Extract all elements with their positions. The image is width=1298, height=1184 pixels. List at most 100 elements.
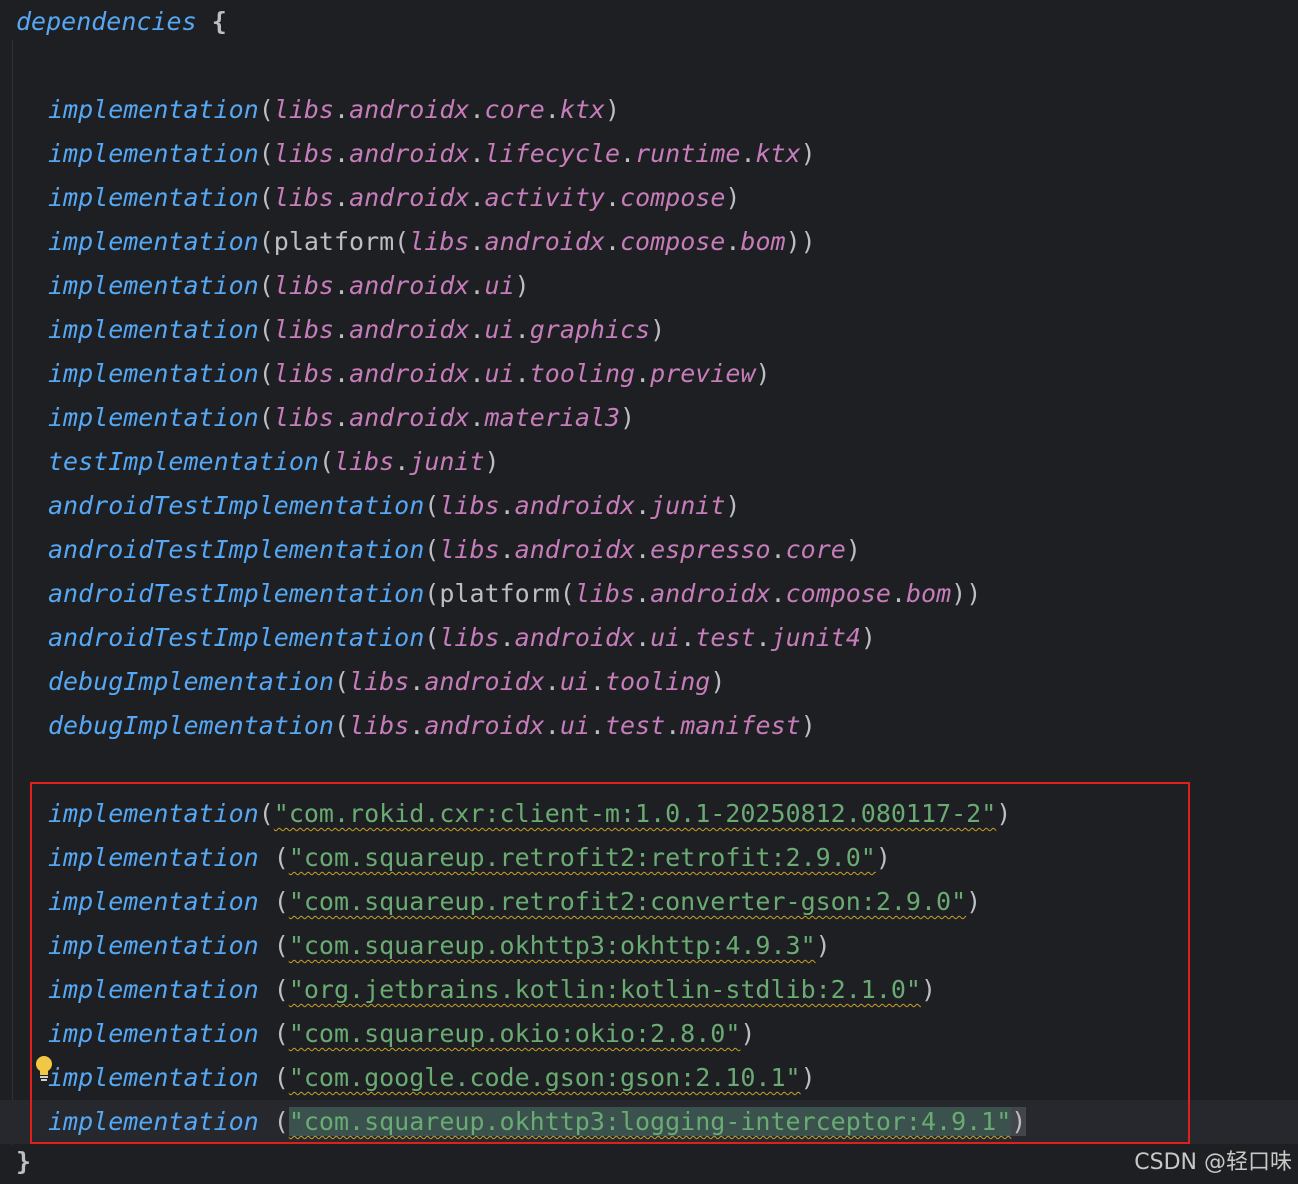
code-line[interactable]: implementation(libs.androidx.lifecycle.r… — [48, 132, 1298, 176]
property-segment: libs — [273, 139, 334, 168]
dot: . — [544, 667, 560, 696]
property-segment: ui — [559, 711, 590, 740]
close-paren: ) — [650, 315, 666, 344]
dot: . — [334, 95, 350, 124]
property-segment: libs — [273, 183, 334, 212]
dot: . — [770, 579, 786, 608]
property-segment: bom — [740, 227, 786, 256]
close-paren: )) — [785, 227, 816, 256]
dot: . — [469, 139, 485, 168]
property-segment: androidx — [349, 315, 470, 344]
code-line[interactable]: implementation(platform(libs.androidx.co… — [48, 220, 1298, 264]
code-line[interactable]: androidTestImplementation(libs.androidx.… — [48, 484, 1298, 528]
property-segment: androidx — [650, 579, 771, 608]
property-segment: libs — [273, 95, 334, 124]
property-segment: libs — [439, 535, 500, 564]
open-paren: ( — [333, 711, 350, 740]
open-paren: ( — [258, 183, 274, 212]
code-line-closing[interactable]: } — [16, 1140, 1298, 1184]
open-brace: { — [211, 7, 227, 36]
property-segment: preview — [650, 359, 756, 388]
property-segment: material3 — [484, 403, 621, 432]
dot: . — [725, 227, 741, 256]
property-segment: libs — [574, 579, 636, 608]
dot: . — [770, 535, 786, 564]
code-line[interactable]: implementation(libs.androidx.core.ktx) — [48, 88, 1298, 132]
code-line[interactable]: implementation(libs.androidx.material3) — [48, 396, 1298, 440]
code-line[interactable]: implementation(libs.androidx.ui.tooling.… — [48, 352, 1298, 396]
property-segment: androidx — [514, 623, 636, 652]
open-paren: ( — [258, 359, 274, 388]
code-line[interactable]: implementation(libs.androidx.activity.co… — [48, 176, 1298, 220]
property-segment: compose — [620, 183, 726, 212]
property-segment: androidx — [349, 403, 470, 432]
property-segment: tooling — [604, 667, 711, 696]
function-name: implementation — [48, 359, 259, 388]
property-segment: libs — [273, 271, 334, 300]
function-name: androidTestImplementation — [48, 535, 425, 564]
dot: . — [635, 359, 651, 388]
close-paren: ) — [484, 447, 500, 476]
open-paren: ( — [258, 403, 274, 432]
dot: . — [514, 315, 530, 344]
close-paren: ) — [800, 139, 816, 168]
dependencies-keyword: dependencies — [16, 7, 197, 36]
dot: . — [334, 271, 350, 300]
close-paren: ) — [514, 271, 530, 300]
dot: . — [469, 227, 485, 256]
dot: . — [620, 139, 636, 168]
dot: . — [409, 711, 425, 740]
property-segment: androidx — [349, 183, 470, 212]
code-editor[interactable]: dependencies { implementation(libs.andro… — [0, 0, 1298, 1184]
property-segment: ui — [484, 359, 515, 388]
property-segment: graphics — [529, 315, 651, 344]
close-paren: )) — [951, 579, 982, 608]
property-segment: libs — [409, 227, 470, 256]
close-paren: ) — [860, 623, 876, 652]
property-segment: androidx — [424, 711, 545, 740]
property-segment: libs — [334, 447, 395, 476]
function-name: implementation — [48, 403, 259, 432]
property-segment: bom — [906, 579, 952, 608]
code-line-dependencies[interactable]: dependencies { — [16, 0, 1298, 44]
function-name: implementation — [48, 183, 259, 212]
property-segment: libs — [273, 359, 334, 388]
function-name: debugImplementation — [48, 711, 334, 740]
function-name: debugImplementation — [48, 667, 334, 696]
function-name: implementation — [48, 139, 259, 168]
code-line[interactable]: testImplementation(libs.junit) — [48, 440, 1298, 484]
close-paren: ) — [620, 403, 636, 432]
dot: . — [544, 95, 560, 124]
property-segment: libs — [349, 667, 410, 696]
code-line[interactable]: androidTestImplementation(libs.androidx.… — [48, 528, 1298, 572]
code-line[interactable]: androidTestImplementation(platform(libs.… — [48, 572, 1298, 616]
property-segment: ui — [484, 315, 515, 344]
property-segment: androidx — [514, 491, 636, 520]
dot: . — [589, 667, 605, 696]
dot: . — [334, 139, 350, 168]
dot: . — [740, 139, 756, 168]
dot: . — [334, 403, 350, 432]
property-segment: ui — [484, 271, 515, 300]
code-line[interactable]: implementation(libs.androidx.ui) — [48, 264, 1298, 308]
property-segment: ui — [559, 667, 590, 696]
highlight-box — [30, 782, 1190, 1144]
property-segment: core — [484, 95, 545, 124]
property-segment: ui — [650, 623, 681, 652]
property-segment: ktx — [755, 139, 801, 168]
lightbulb-icon[interactable] — [34, 1055, 54, 1083]
dot: . — [469, 183, 485, 212]
code-line[interactable]: androidTestImplementation(libs.androidx.… — [48, 616, 1298, 660]
code-line[interactable]: implementation(libs.androidx.ui.graphics… — [48, 308, 1298, 352]
code-line[interactable]: debugImplementation(libs.androidx.ui.too… — [48, 660, 1298, 704]
dot: . — [589, 711, 605, 740]
function-name: testImplementation — [48, 447, 319, 476]
close-paren: ) — [710, 667, 726, 696]
watermark: CSDN @轻口味 — [1134, 1150, 1292, 1175]
code-line[interactable]: debugImplementation(libs.androidx.ui.tes… — [48, 704, 1298, 748]
close-brace: } — [16, 1147, 32, 1176]
function-name: implementation — [48, 315, 259, 344]
open-paren: ( — [318, 447, 334, 476]
dot: . — [635, 535, 651, 564]
property-segment: runtime — [635, 139, 741, 168]
